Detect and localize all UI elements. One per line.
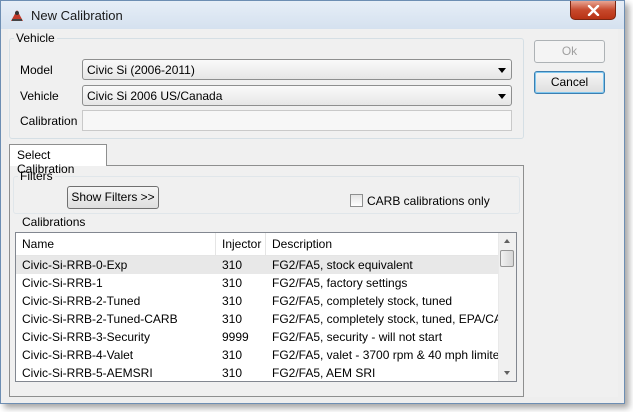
app-icon (11, 10, 23, 21)
close-icon (587, 5, 600, 16)
vehicle-label: Vehicle (20, 89, 59, 103)
table-row[interactable]: Civic-Si-RRB-5-AEMSRI 310 FG2/FA5, AEM SRI (16, 364, 500, 381)
calibrations-group-legend: Calibrations (20, 215, 88, 229)
show-filters-button[interactable]: Show Filters >> (67, 186, 159, 209)
table-row[interactable]: Civic-Si-RRB-3-Security 9999 FG2/FA5, secu… (16, 328, 500, 346)
model-dropdown-value: Civic Si (2006-2011) (87, 63, 195, 77)
cell-injector: 310 (222, 312, 243, 326)
cell-description: FG2/FA5, AEM SRI (272, 366, 376, 380)
model-label: Model (20, 63, 53, 77)
title-bar[interactable]: New Calibration (1, 1, 624, 29)
vehicle-dropdown[interactable]: Civic Si 2006 US/Canada (82, 85, 512, 106)
table-row[interactable]: Civic-Si-RRB-0-Exp 310 FG2/FA5, stock equi… (16, 256, 500, 274)
cell-injector: 310 (222, 366, 243, 380)
cell-name: Civic-Si-RRB-2-Tuned-CARB (22, 312, 178, 326)
scroll-up-icon[interactable] (504, 239, 510, 243)
dialog-client-area: Vehicle Model Civic Si (2006-2011) Vehic… (8, 29, 618, 397)
column-header-description[interactable]: Description (266, 233, 500, 255)
column-header-name[interactable]: Name (16, 233, 216, 255)
cell-injector: 310 (222, 258, 243, 272)
carb-checkbox-label[interactable]: CARB calibrations only (367, 194, 490, 208)
vehicle-dropdown-value: Civic Si 2006 US/Canada (87, 89, 223, 103)
cell-name: Civic-Si-RRB-1 (22, 276, 103, 290)
chevron-down-icon (498, 94, 506, 99)
table-row[interactable]: Civic-Si-RRB-2-Tuned-CARB 310 FG2/FA5, com… (16, 310, 500, 328)
table-vertical-scrollbar[interactable] (498, 233, 516, 381)
window-title: New Calibration (31, 8, 123, 23)
close-button[interactable] (570, 1, 616, 20)
select-calibration-panel: Filters Show Filters >> CARB calibration… (9, 165, 524, 397)
cell-name: Civic-Si-RRB-4-Valet (22, 348, 134, 362)
carb-checkbox[interactable] (350, 194, 363, 207)
vehicle-group: Vehicle Model Civic Si (2006-2011) Vehic… (9, 31, 524, 139)
cell-name: Civic-Si-RRB-0-Exp (22, 258, 128, 272)
scroll-thumb[interactable] (500, 250, 514, 267)
cell-injector: 310 (222, 276, 243, 290)
cell-name: Civic-Si-RRB-3-Security (22, 330, 151, 344)
ok-button[interactable]: Ok (534, 40, 605, 63)
cancel-button[interactable]: Cancel (534, 71, 605, 94)
calibration-label: Calibration (20, 114, 78, 128)
chevron-down-icon (498, 68, 506, 73)
table-row[interactable]: Civic-Si-RRB-1 310 FG2/FA5, factory settin… (16, 274, 500, 292)
cell-description: FG2/FA5, completely stock, tuned (272, 294, 453, 308)
scroll-down-icon[interactable] (504, 371, 510, 375)
cell-description: FG2/FA5, valet - 3700 rpm & 40 mph limit… (272, 348, 498, 362)
cell-description: FG2/FA5, security - will not start (272, 330, 443, 344)
new-calibration-dialog: New Calibration Vehicle Model Civic Si (… (0, 0, 625, 404)
cell-injector: 310 (222, 348, 243, 362)
cell-description: FG2/FA5, completely stock, tuned, EPA/CA… (272, 312, 498, 326)
table-row[interactable]: Civic-Si-RRB-2-Tuned 310 FG2/FA5, complete… (16, 292, 500, 310)
table-row[interactable]: Civic-Si-RRB-4-Valet 310 FG2/FA5, valet - … (16, 346, 500, 364)
cell-injector: 310 (222, 294, 243, 308)
cell-description: FG2/FA5, factory settings (272, 276, 408, 290)
cell-injector: 9999 (222, 330, 249, 344)
column-header-injector[interactable]: Injector (216, 233, 266, 255)
calibrations-table[interactable]: Name Injector Description Civic-Si-RRB-0… (15, 232, 517, 382)
cell-description: FG2/FA5, stock equivalent (272, 258, 413, 272)
tab-select-calibration[interactable]: Select Calibration (9, 144, 107, 176)
cell-name: Civic-Si-RRB-2-Tuned (22, 294, 141, 308)
table-header: Name Injector Description (16, 233, 500, 256)
vehicle-group-legend: Vehicle (14, 31, 57, 45)
calibration-field[interactable] (82, 110, 512, 131)
model-dropdown[interactable]: Civic Si (2006-2011) (82, 59, 512, 80)
cell-name: Civic-Si-RRB-5-AEMSRI (22, 366, 153, 380)
